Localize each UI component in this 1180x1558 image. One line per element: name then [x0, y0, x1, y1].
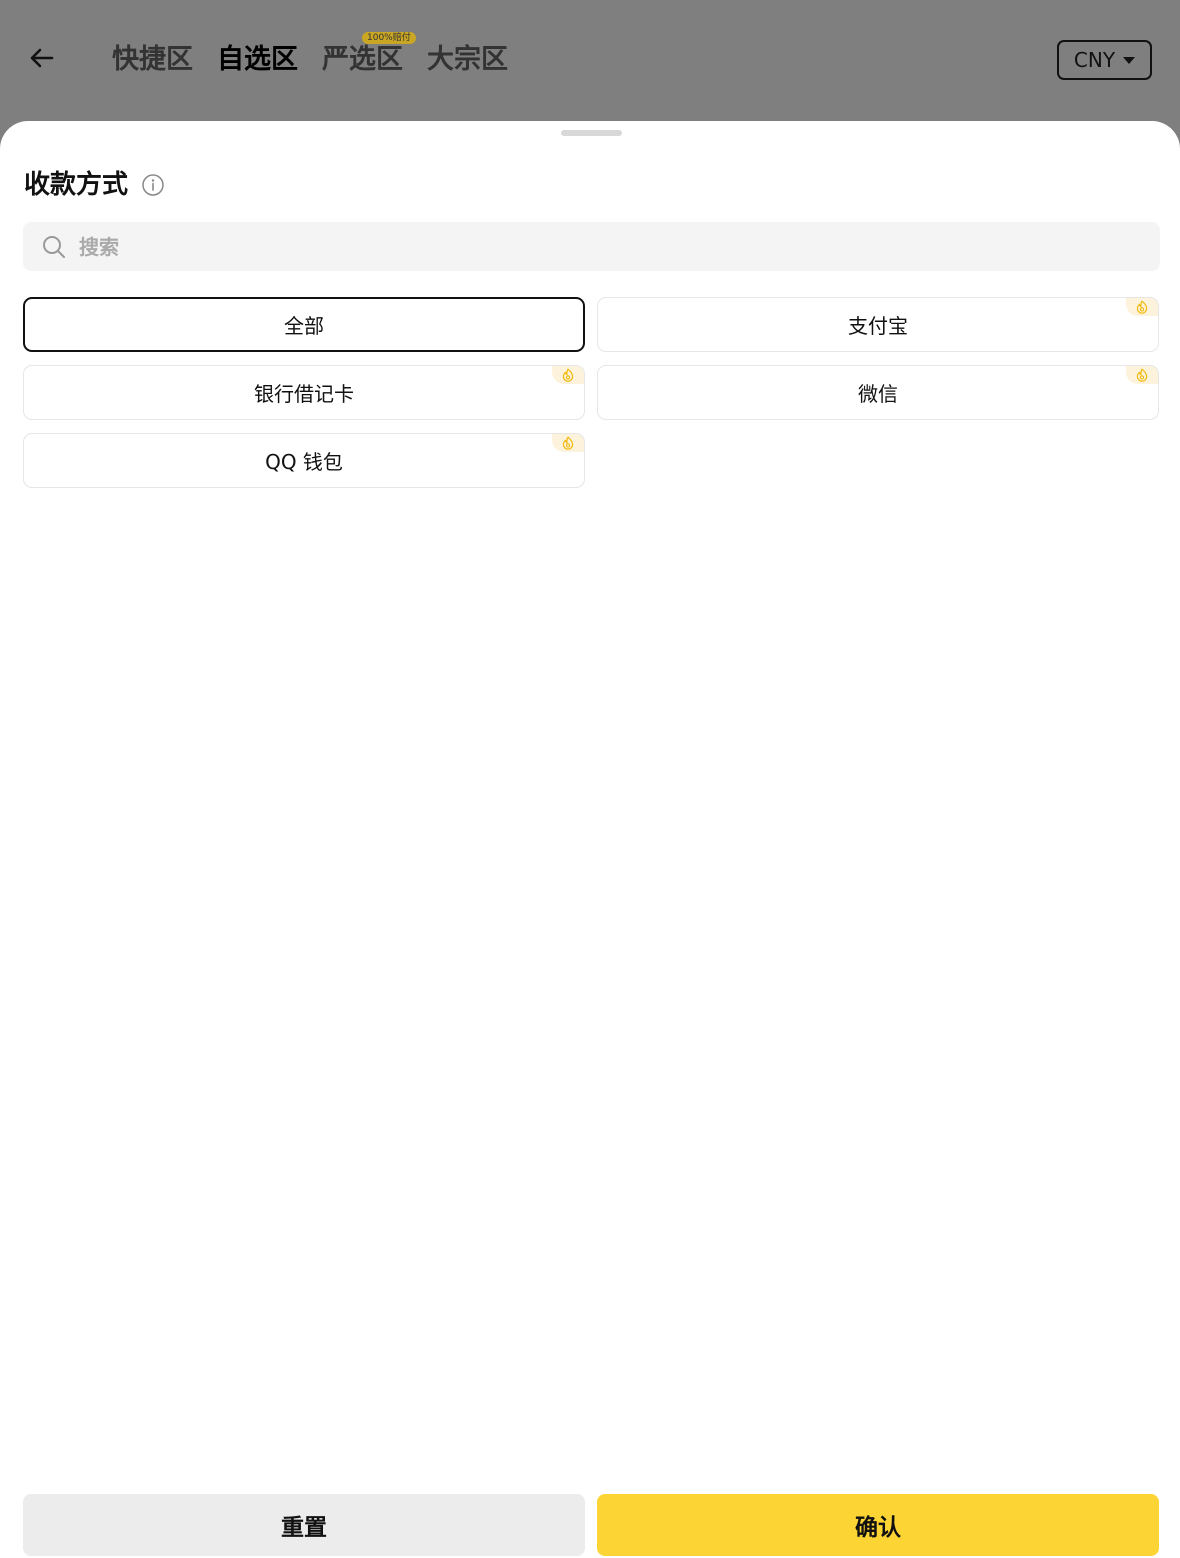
tab-label: 严选区 [322, 44, 403, 75]
option-wechat[interactable]: 微信 [597, 365, 1159, 420]
reset-button[interactable]: 重置 [23, 1494, 585, 1556]
option-label: 支付宝 [848, 314, 908, 338]
back-arrow-icon[interactable] [26, 42, 58, 74]
caret-down-icon [1123, 56, 1136, 64]
option-label: QQ 钱包 [265, 450, 343, 474]
payment-method-sheet: 收款方式 全部 支付宝 银行借记卡 [0, 121, 1180, 1558]
tab-custom-zone[interactable]: 自选区 [217, 40, 298, 80]
fire-icon [562, 436, 574, 450]
option-label: 微信 [858, 382, 898, 406]
search-bar[interactable] [23, 222, 1160, 271]
tab-label: 大宗区 [427, 44, 508, 75]
search-icon [43, 235, 65, 258]
currency-selector[interactable]: CNY [1057, 40, 1152, 80]
option-label: 全部 [284, 314, 324, 338]
hot-badge [552, 366, 584, 384]
currency-label: CNY [1073, 48, 1116, 72]
tab-bulk-zone[interactable]: 大宗区 [427, 40, 508, 80]
option-qq-wallet[interactable]: QQ 钱包 [23, 433, 585, 488]
tab-label: 自选区 [217, 44, 298, 75]
search-input[interactable] [79, 234, 979, 259]
fire-icon [562, 368, 574, 382]
top-navigation-bar: 快捷区 自选区 严选区 100%赔付 大宗区 CNY [0, 0, 1180, 121]
option-bank-debit-card[interactable]: 银行借记卡 [23, 365, 585, 420]
compensation-badge: 100%赔付 [362, 32, 416, 44]
info-icon[interactable] [141, 173, 165, 197]
hot-badge [1126, 298, 1158, 316]
tab-quick-zone[interactable]: 快捷区 [112, 40, 193, 80]
option-label: 银行借记卡 [254, 382, 354, 406]
hot-badge [1126, 366, 1158, 384]
fire-icon [1136, 300, 1148, 314]
zone-tabs: 快捷区 自选区 严选区 100%赔付 大宗区 [112, 32, 532, 80]
option-all[interactable]: 全部 [23, 297, 585, 352]
tab-label: 快捷区 [112, 44, 193, 75]
confirm-button[interactable]: 确认 [597, 1494, 1159, 1556]
reset-button-label: 重置 [281, 1515, 327, 1541]
option-alipay[interactable]: 支付宝 [597, 297, 1159, 352]
fire-icon [1136, 368, 1148, 382]
tab-selected-zone[interactable]: 严选区 100%赔付 [322, 32, 416, 80]
hot-badge [552, 434, 584, 452]
sheet-title: 收款方式 [24, 170, 129, 200]
confirm-button-label: 确认 [855, 1515, 901, 1541]
sheet-drag-handle[interactable] [561, 130, 622, 136]
